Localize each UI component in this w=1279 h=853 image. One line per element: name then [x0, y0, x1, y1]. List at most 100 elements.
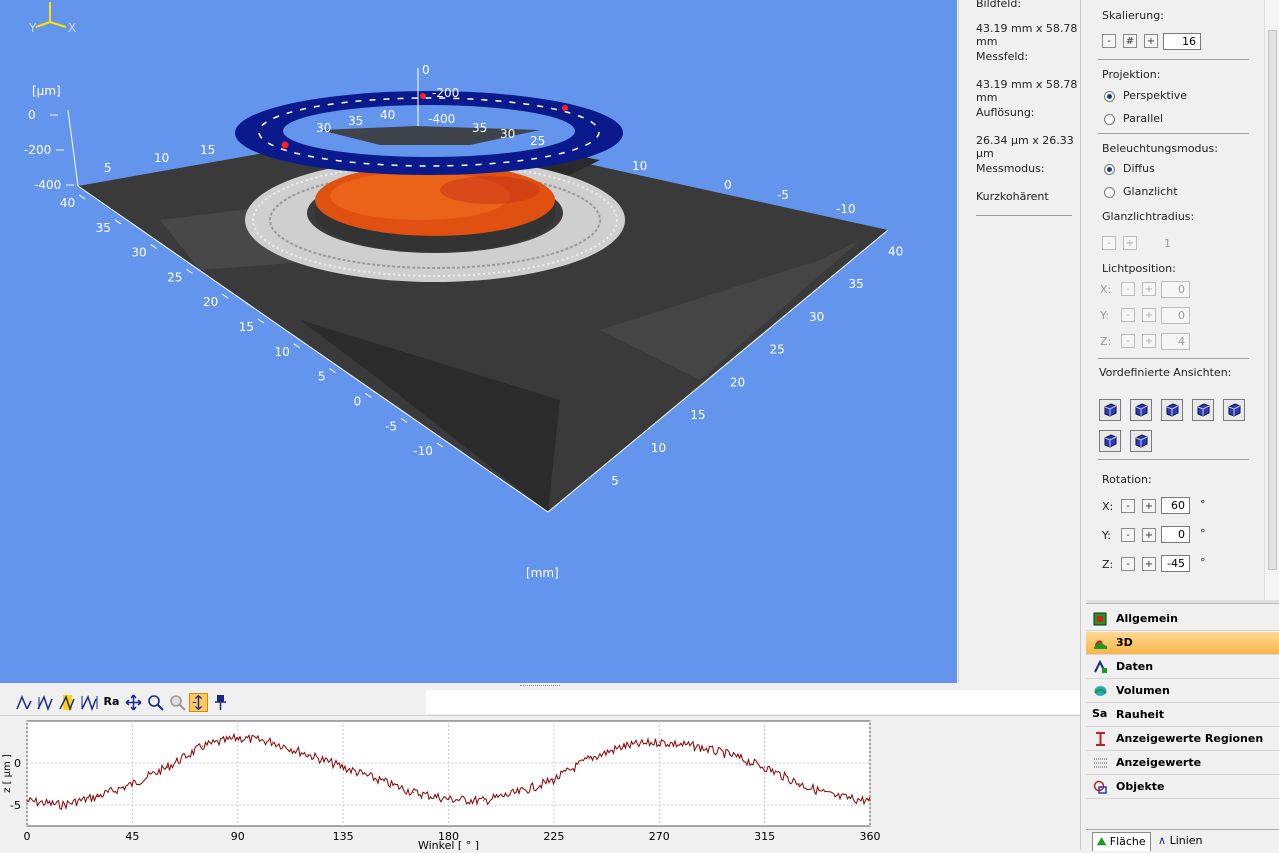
skalierung-hash-button[interactable]: # — [1123, 34, 1137, 48]
3d-scene[interactable]: X Y [µm] [mm] 0-200-400 4035302520151050… — [0, 0, 957, 683]
tab-linien[interactable]: ∧ Linien — [1154, 832, 1207, 851]
x-tick-label: 270 — [649, 830, 670, 843]
predefined-view-button[interactable] — [1130, 430, 1152, 452]
nav-item-daten[interactable]: Daten — [1086, 656, 1279, 679]
tab-flaeche-label: Fläche — [1109, 835, 1146, 848]
profile-data-point — [202, 745, 204, 747]
zoom-icon[interactable] — [146, 693, 165, 712]
predefined-view-button[interactable] — [1099, 430, 1121, 452]
tab-flaeche[interactable]: ⛰ Fläche — [1092, 832, 1151, 851]
rot-y-minus-button[interactable]: - — [1121, 528, 1135, 542]
nav-item-3d[interactable]: 3D — [1086, 632, 1279, 655]
scrollbar-thumb[interactable] — [1268, 30, 1277, 570]
separator — [1098, 358, 1249, 359]
parallel-radio[interactable] — [1104, 114, 1115, 125]
tab-linien-label: Linien — [1169, 834, 1203, 847]
ring-label: 35 — [472, 121, 487, 135]
profile-data-point — [764, 766, 766, 768]
profile-data-point — [307, 754, 309, 756]
ring-label: -400 — [428, 112, 455, 126]
messfeld-label: Messfeld: — [976, 50, 1029, 63]
licht-x-plus-button[interactable]: + — [1142, 282, 1156, 296]
messfeld-value: 43.19 mm x 58.78 mm — [976, 78, 1078, 104]
perspektive-radio[interactable] — [1104, 91, 1115, 102]
rot-y-plus-button[interactable]: + — [1142, 528, 1156, 542]
ansichten-label: Vordefinierte Ansichten: — [1099, 366, 1232, 379]
rauheit-icon: Sa — [1092, 707, 1108, 720]
rot-z-input[interactable]: -45 — [1161, 555, 1190, 572]
licht-x-label: X: — [1100, 283, 1112, 296]
right-axis-tick-label: 25 — [769, 343, 784, 357]
vertical-range-icon[interactable] — [189, 693, 208, 712]
zoom-reset-icon[interactable] — [168, 693, 187, 712]
left-axis-tick-label: 35 — [96, 221, 111, 235]
nav-item-allgemein[interactable]: Allgemein — [1086, 608, 1279, 631]
region-marker-icon — [1096, 732, 1105, 746]
predefined-view-button[interactable] — [1099, 399, 1121, 421]
skalierung-input[interactable]: 16 — [1163, 33, 1201, 50]
licht-y-input[interactable]: 0 — [1161, 307, 1190, 324]
licht-z-input[interactable]: 4 — [1161, 333, 1190, 350]
ra-button[interactable]: Ra — [102, 693, 121, 712]
licht-y-plus-button[interactable]: + — [1142, 308, 1156, 322]
settings-scrollbar[interactable] — [1264, 0, 1279, 600]
left-axis-tick-label: 10 — [274, 345, 289, 359]
profile-data-point — [412, 791, 414, 793]
licht-y-minus-button[interactable]: - — [1121, 308, 1135, 322]
predefined-view-button[interactable] — [1130, 399, 1152, 421]
right-axis-tick-label: 20 — [730, 375, 745, 389]
licht-z-label: Z: — [1100, 335, 1112, 348]
glanzlicht-label[interactable]: Glanzlicht — [1123, 185, 1178, 198]
z-tick-label: 0 — [28, 108, 36, 122]
bildfeld-label: Bildfeld: — [976, 0, 1022, 10]
toolbar-blank-area — [426, 690, 1080, 714]
profile-two-points-icon[interactable] — [36, 693, 55, 712]
nav-item-anzeigewerte[interactable]: Anzeigewerte — [1086, 752, 1279, 775]
pan-icon[interactable] — [124, 693, 143, 712]
predefined-view-button[interactable] — [1192, 399, 1214, 421]
profile-chart[interactable]: 0 45 90 135 180 225 270 315 3600-5Winkel [ ° ]z … — [0, 716, 881, 852]
predefined-view-button[interactable] — [1161, 399, 1183, 421]
3d-viewport[interactable]: X Y [µm] [mm] 0 -200 -400 40 35 30 25 20… — [0, 0, 957, 683]
parallel-label[interactable]: Parallel — [1123, 112, 1163, 125]
diffus-label[interactable]: Diffus — [1123, 162, 1155, 175]
rot-y-degree: ° — [1200, 527, 1206, 540]
licht-z-minus-button[interactable]: - — [1121, 334, 1135, 348]
nav-item-objekte[interactable]: Objekte — [1086, 776, 1279, 799]
profile-data-point — [447, 798, 450, 800]
nav-item-label: Allgemein — [1116, 612, 1178, 625]
rot-z-plus-button[interactable]: + — [1142, 557, 1156, 571]
profile-range-icon[interactable] — [80, 693, 99, 712]
nav-item-volumen[interactable]: Volumen — [1086, 680, 1279, 703]
diffus-radio[interactable] — [1104, 164, 1115, 175]
y-tick-label: -5 — [10, 799, 21, 812]
nav-item-anzeigewerte-regionen[interactable]: Anzeigewerte Regionen — [1086, 728, 1279, 751]
licht-x-input[interactable]: 0 — [1161, 281, 1190, 298]
skalierung-minus-button[interactable]: - — [1102, 34, 1116, 48]
licht-x-minus-button[interactable]: - — [1121, 282, 1135, 296]
profile-highlight-icon[interactable] — [58, 693, 77, 712]
rot-y-input[interactable]: 0 — [1161, 526, 1190, 543]
predefined-view-button[interactable] — [1223, 399, 1245, 421]
licht-z-plus-button[interactable]: + — [1142, 334, 1156, 348]
rot-x-label: X: — [1102, 500, 1114, 513]
skalierung-plus-button[interactable]: + — [1144, 34, 1158, 48]
rot-x-minus-button[interactable]: - — [1121, 499, 1135, 513]
rot-x-plus-button[interactable]: + — [1142, 499, 1156, 513]
perspektive-label[interactable]: Perspektive — [1123, 89, 1187, 102]
rot-z-minus-button[interactable]: - — [1121, 557, 1135, 571]
ring-label: 30 — [500, 127, 515, 141]
glanzlichtradius-plus-button[interactable]: + — [1123, 236, 1137, 250]
pin-icon[interactable] — [211, 693, 230, 712]
info-divider — [976, 215, 1072, 216]
glanzlicht-radio[interactable] — [1104, 187, 1115, 198]
glanzlichtradius-minus-button[interactable]: - — [1102, 236, 1116, 250]
profile-data-point — [588, 758, 590, 760]
ring-label: 25 — [530, 134, 545, 148]
messmodus-value: Kurzkohärent — [976, 190, 1049, 203]
nav-item-rauheit[interactable]: Sa Rauheit — [1086, 704, 1279, 727]
daten-icon — [1094, 660, 1107, 673]
profile-line-icon[interactable] — [15, 693, 34, 712]
rot-x-input[interactable]: 60 — [1161, 497, 1190, 514]
profile-data-point — [834, 796, 836, 798]
